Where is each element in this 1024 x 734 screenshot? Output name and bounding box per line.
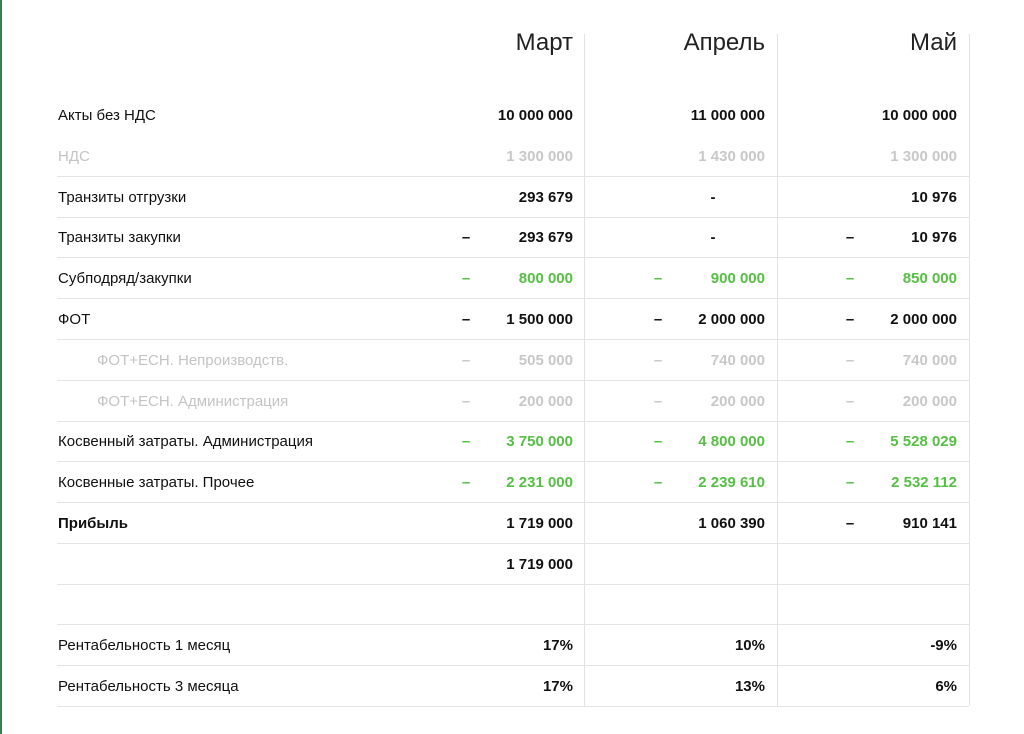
column-separator (777, 34, 778, 706)
row-divider (57, 706, 969, 707)
cell-value: -9% (930, 637, 957, 654)
row-label: ФОТ+ЕСН. Непроизводств. (97, 351, 289, 369)
row-label: НДС (58, 147, 90, 165)
cell-value: - (710, 188, 716, 206)
cell-value: 1 719 000 (506, 515, 573, 532)
row-divider (57, 217, 969, 218)
cell-value: 900 000 (710, 270, 765, 288)
cell-value: 17% (542, 637, 573, 654)
row-label: Рентабельность 1 месяц (58, 637, 231, 654)
row-divider (57, 665, 969, 666)
cell-value: - (710, 229, 716, 247)
month-header: Май (909, 29, 957, 56)
cell-value: 800 000 (518, 270, 573, 288)
cell-value: 505 000 (518, 351, 573, 369)
cell-value: 10 976 (911, 188, 957, 206)
cell-value: 13% (734, 678, 765, 695)
row-divider (57, 380, 969, 381)
cell-value: 6% (935, 678, 957, 695)
row-label: Субподряд/закупки (58, 270, 192, 288)
cell-value: 4 800 000 (698, 433, 765, 451)
cell-value: 10 000 000 (497, 107, 573, 124)
cell-value: 293 679 (518, 229, 573, 247)
column-separator (584, 34, 585, 706)
row-divider (57, 339, 969, 340)
row-divider (57, 461, 969, 462)
row-label: Рентабельность 3 месяца (58, 678, 239, 695)
cell-value: 200 000 (902, 392, 957, 410)
cell-value: 1 719 000 (506, 555, 573, 573)
row-label: ФОТ (58, 311, 91, 328)
row-divider (57, 584, 969, 585)
cell-value: 293 679 (518, 188, 573, 206)
row-divider (57, 502, 969, 503)
cell-value: 1 300 000 (506, 147, 573, 165)
cell-value: 3 750 000 (506, 433, 573, 451)
cell-value: 200 000 (518, 392, 573, 410)
cell-value: 2 000 000 (698, 311, 765, 328)
cell-value: 11 000 000 (690, 107, 765, 124)
cell-value: 740 000 (902, 351, 957, 369)
cell-value: 740 000 (710, 351, 765, 369)
row-divider (57, 421, 969, 422)
row-label: Прибыль (58, 515, 128, 532)
row-label: ФОТ+ЕСН. Администрация (97, 392, 289, 410)
cell-value: 2 532 112 (891, 474, 957, 492)
row-label: Косвенные затраты. Прочее (58, 474, 255, 492)
cell-value: 2 000 000 (890, 311, 957, 328)
row-divider (57, 257, 969, 258)
cell-value: 1 430 000 (698, 147, 765, 165)
row-label: Транзиты закупки (58, 229, 181, 247)
cell-value: 1 060 390 (698, 515, 765, 532)
column-separator (969, 34, 970, 706)
cell-value: 17% (542, 678, 573, 695)
cell-value: 850 000 (902, 270, 957, 288)
row-divider (57, 624, 969, 625)
row-divider (57, 543, 969, 544)
row-divider (57, 298, 969, 299)
finance-table: Март Апрель Май Акты без НДС 10 000 000 11 00… (0, 0, 1024, 734)
month-header: Март (515, 29, 573, 56)
cell-value: 1 300 000 (890, 147, 957, 165)
cell-value: 10 000 000 (881, 107, 957, 124)
cell-value: 5 528 029 (890, 433, 957, 451)
cell-value: 10% (734, 637, 765, 654)
cell-value: 200 000 (710, 392, 765, 410)
cell-value: 910 141 (902, 515, 957, 532)
month-header: Апрель (683, 29, 765, 56)
row-label: Акты без НДС (58, 107, 156, 124)
row-label: Транзиты отгрузки (58, 188, 187, 206)
row-divider (57, 176, 969, 177)
cell-value: 1 500 000 (506, 311, 573, 328)
cell-value: 10 976 (911, 229, 957, 247)
cell-value: 2 231 000 (506, 474, 573, 492)
cell-value: 2 239 610 (698, 474, 765, 492)
row-label: Косвенный затраты. Администрация (58, 433, 313, 451)
